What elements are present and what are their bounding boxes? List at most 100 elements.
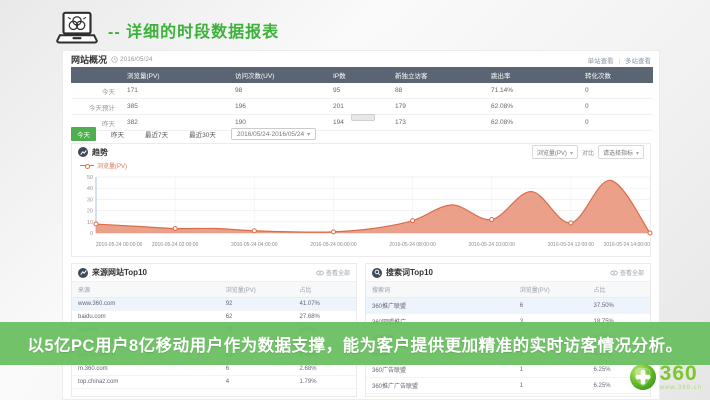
eye-icon <box>316 270 324 276</box>
overview-date: 2016/05/24 <box>111 56 153 63</box>
svg-text:2016-05-24 10:00:00: 2016-05-24 10:00:00 <box>468 242 515 248</box>
top10-cell: 92 <box>220 298 294 311</box>
svg-text:2016-05-24 08:00:00: 2016-05-24 08:00:00 <box>389 242 436 248</box>
overview-cell: 179 <box>391 99 487 115</box>
caption-banner: 以5亿PC用户8亿移动用户作为数据支撑，能为客户提供更加精准的实时访客情况分析。 <box>0 322 710 365</box>
overview-cell: 201 <box>329 99 391 115</box>
trend-icon <box>78 147 88 157</box>
overview-cell: 88 <box>391 83 487 99</box>
overview-cell: 173 <box>391 115 487 131</box>
keywords-card-header: 搜索词Top10 查看全部 <box>366 264 650 281</box>
trend-title: 趋势 <box>92 147 108 158</box>
overview-col-header: 访问次数(UV) <box>231 67 329 83</box>
tab-最近7天[interactable]: 最近7天 <box>139 127 174 141</box>
top10-cell: 4 <box>220 376 294 389</box>
overview-col-header: IP数 <box>329 67 391 83</box>
top10-cell: top.chinaz.com <box>72 376 220 389</box>
svg-text:2016-05-24 04:00:00: 2016-05-24 04:00:00 <box>231 242 278 248</box>
overview-col-header: 转化次数 <box>581 67 653 83</box>
svg-text:20: 20 <box>87 209 93 215</box>
laptop-report-icon <box>55 11 99 47</box>
sources-card-header: 来源网站Top10 查看全部 <box>72 264 356 281</box>
collapse-toggle-button[interactable] <box>351 114 375 121</box>
top10-table-row: www.360.com9241.07% <box>72 298 356 311</box>
overview-cell: 98 <box>231 83 329 99</box>
compare-metric-select[interactable]: 请选择指标▾ <box>598 145 644 159</box>
top10-col-header: 浏览量(PV) <box>220 282 294 298</box>
overview-cell: 0 <box>581 99 653 115</box>
top10-table-row: 360推广广告联盟16.25% <box>366 378 650 394</box>
brand-logo: 360 www.360.cn <box>629 363 702 391</box>
clock-icon <box>111 56 118 63</box>
single-site-link[interactable]: 单站查看 <box>588 58 614 65</box>
chevron-down-icon: ▾ <box>636 151 639 157</box>
overview-cell: 62.08% <box>487 99 581 115</box>
logo-site-text: www.360.cn <box>660 385 702 391</box>
sources-icon <box>78 268 88 278</box>
trend-controls: 浏览量(PV)▾ 对比 请选择指标▾ <box>532 145 644 159</box>
chevron-down-icon: ▾ <box>570 151 573 157</box>
compare-label: 对比 <box>582 148 594 157</box>
overview-cell: 95 <box>329 83 391 99</box>
overview-row-label: 今天 <box>71 83 123 99</box>
logo-brand-text: 360 <box>660 363 702 384</box>
svg-text:50: 50 <box>87 175 93 181</box>
svg-text:2016-05-24 12:00:00: 2016-05-24 12:00:00 <box>548 242 595 248</box>
svg-text:2016-05-24 06:00:00: 2016-05-24 06:00:00 <box>310 242 357 248</box>
date-range-picker[interactable]: 2016/05/24-2016/05/24▾ <box>231 128 316 140</box>
overview-col-header: 跳出率 <box>487 67 581 83</box>
overview-col-header: 新独立访客 <box>391 67 487 83</box>
tab-昨天[interactable]: 昨天 <box>105 127 130 141</box>
svg-text:2016-05-24 14:00:00: 2016-05-24 14:00:00 <box>604 242 651 248</box>
tab-今天[interactable]: 今天 <box>71 127 96 141</box>
overview-table-row: 今天预计38519620117962.08%0 <box>71 99 653 115</box>
top10-cell: 360联盟官网 <box>366 394 514 398</box>
keywords-icon <box>372 268 382 278</box>
overview-cell: 62.08% <box>487 115 581 131</box>
top10-col-header: 搜索词 <box>366 282 514 298</box>
svg-text:10: 10 <box>87 220 93 226</box>
svg-text:30: 30 <box>87 197 93 203</box>
overview-table-row: 今天17198958871.14%0 <box>71 83 653 99</box>
svg-text:0: 0 <box>90 231 93 237</box>
overview-cell: 0 <box>581 83 653 99</box>
keywords-view-all-link[interactable]: 查看全部 <box>610 268 644 277</box>
svg-text:40: 40 <box>87 186 93 192</box>
page-title: -- 详细的时段数据报表 <box>108 18 279 42</box>
overview-title: 网站概况 <box>71 53 107 66</box>
sources-title: 来源网站Top10 <box>92 267 147 278</box>
legend-label: 浏览量(PV) <box>97 161 127 170</box>
legend-line-marker-icon <box>80 165 94 166</box>
keywords-title: 搜索词Top10 <box>386 267 433 278</box>
top10-col-header: 占比 <box>294 282 356 298</box>
tab-最近30天[interactable]: 最近30天 <box>183 127 222 141</box>
eye-icon <box>610 270 618 276</box>
top10-cell: 360推广联盟 <box>366 298 514 314</box>
multi-site-link[interactable]: 多站查看 <box>625 58 651 65</box>
trend-card: 趋势 浏览量(PV)▾ 对比 请选择指标▾ 浏览量(PV) 0 10 20 30 40 5… <box>71 143 651 257</box>
top10-cell: 6.25% <box>588 394 650 398</box>
top10-cell: 6 <box>514 298 588 314</box>
trend-header: 趋势 浏览量(PV)▾ 对比 请选择指标▾ <box>72 144 650 160</box>
overview-cell: 171 <box>123 83 231 99</box>
overview-links: 单站查看 | 多站查看 <box>588 55 651 65</box>
metric-select[interactable]: 浏览量(PV)▾ <box>532 145 578 159</box>
top10-table-row: top.chinaz.com41.79% <box>72 376 356 389</box>
top10-cell: 37.50% <box>588 298 650 314</box>
sources-view-all-link[interactable]: 查看全部 <box>316 268 350 277</box>
overview-table-head: 浏览量(PV)访问次数(UV)IP数新独立访客跳出率转化次数 <box>71 67 653 83</box>
top10-cell: 1.79% <box>294 376 356 389</box>
svg-text:2016-05-24 02:00:00: 2016-05-24 02:00:00 <box>152 242 199 248</box>
caption-text: 以5亿PC用户8亿移动用户作为数据支撑，能为客户提供更加精准的实时访客情况分析。 <box>27 332 682 356</box>
top10-cell: 41.07% <box>294 298 356 311</box>
top10-cell: 360推广广告联盟 <box>366 378 514 394</box>
overview-cell: 71.14% <box>487 83 581 99</box>
date-filter-row: 今天昨天最近7天最近30天 2016/05/24-2016/05/24▾ <box>71 127 316 141</box>
chart-legend: 浏览量(PV) <box>72 160 650 171</box>
overview-table: 浏览量(PV)访问次数(UV)IP数新独立访客跳出率转化次数 今天1719895… <box>71 67 653 131</box>
top10-col-header: 浏览量(PV) <box>514 282 588 298</box>
top10-cell: www.360.com <box>72 298 220 311</box>
chevron-down-icon: ▾ <box>307 132 310 138</box>
overview-header: 网站概况 2016/05/24 单站查看 | 多站查看 <box>71 53 651 66</box>
overview-cell: 385 <box>123 99 231 115</box>
